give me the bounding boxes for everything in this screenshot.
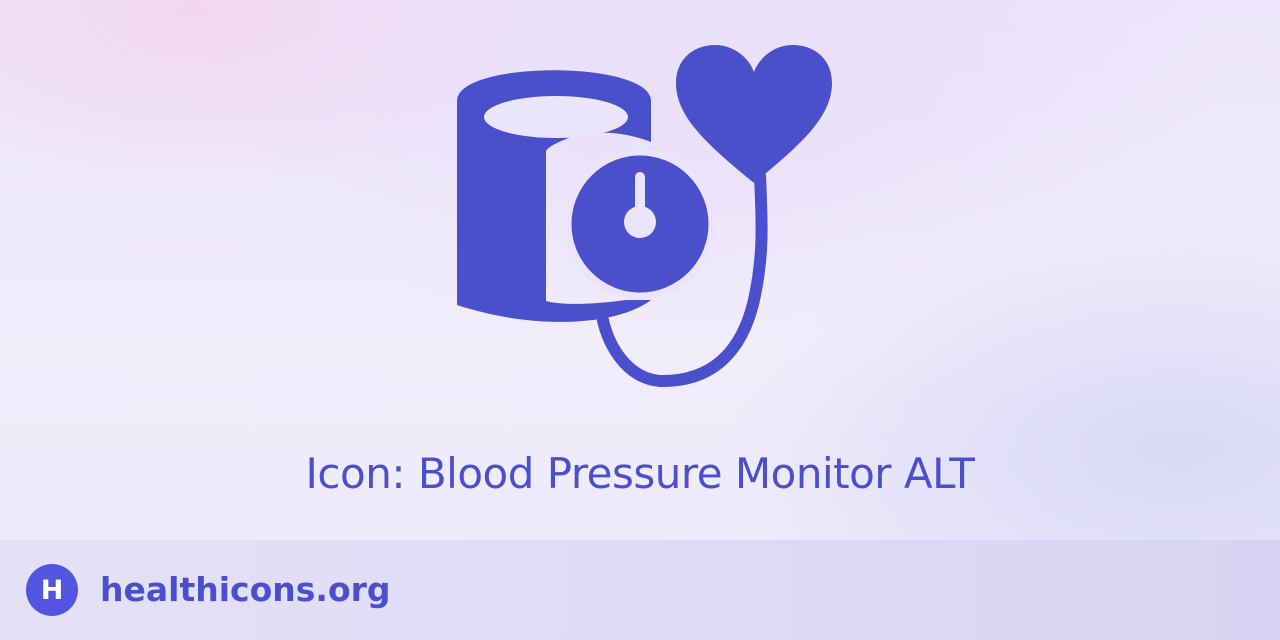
gauge-pivot-shape (624, 206, 656, 238)
footer-bar: H healthicons.org (0, 540, 1280, 640)
cuff-opening-shape (484, 96, 628, 138)
site-link[interactable]: healthicons.org (100, 566, 391, 614)
heart-bulb-shape (676, 45, 832, 183)
hero-section: Icon: Blood Pressure Monitor ALT (0, 0, 1280, 540)
blood-pressure-monitor-icon (440, 40, 840, 392)
icon-title: Icon: Blood Pressure Monitor ALT (305, 449, 975, 498)
healthicons-logo-icon[interactable]: H (26, 564, 78, 616)
logo-letter: H (40, 574, 64, 606)
